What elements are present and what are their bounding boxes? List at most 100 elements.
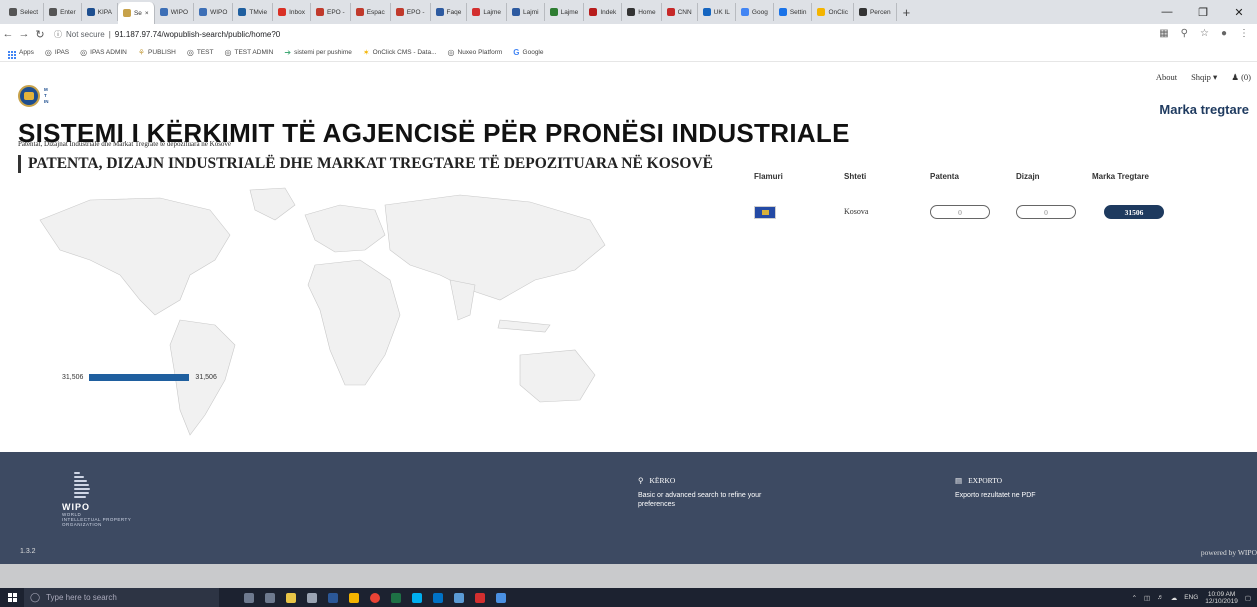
volume-icon[interactable]: ♬ bbox=[1157, 594, 1164, 601]
country-cell[interactable]: Kosova bbox=[844, 207, 868, 216]
tab-favicon-icon bbox=[9, 8, 17, 16]
world-map[interactable] bbox=[30, 180, 620, 450]
clock[interactable]: 10:09 AM 12/10/2019 bbox=[1205, 591, 1238, 605]
browser-tab[interactable]: Enter bbox=[44, 3, 82, 21]
tab-favicon-icon bbox=[858, 8, 867, 16]
trademark-count-pill[interactable]: 31506 bbox=[1104, 205, 1164, 219]
bookmark-item[interactable]: ➔ sistemi per pushime bbox=[284, 48, 352, 57]
network-icon[interactable]: ◫ bbox=[1144, 594, 1150, 602]
browser-tab[interactable]: Se × bbox=[117, 2, 155, 24]
browser-tab[interactable]: TMvie bbox=[233, 3, 274, 21]
about-link[interactable]: About bbox=[1156, 72, 1177, 83]
url-field[interactable]: ⓘ Not secure | 91.187.97.74/wopublish-se… bbox=[54, 29, 280, 40]
language-select[interactable]: Shqip ▾ bbox=[1191, 72, 1217, 83]
footer-search-block[interactable]: ⚲ KËRKO Basic or advanced search to refin… bbox=[638, 476, 768, 509]
map-indonesia bbox=[497, 319, 551, 333]
map-greenland bbox=[249, 187, 296, 221]
header-patent: Patenta bbox=[930, 172, 959, 181]
profile-icon[interactable]: ● bbox=[1221, 28, 1227, 39]
acrobat-icon[interactable] bbox=[475, 592, 485, 603]
wipo-logo-icon bbox=[74, 472, 90, 498]
menu-icon[interactable]: ⋮ bbox=[1239, 28, 1249, 39]
bookmark-item[interactable]: ◎ IPAS bbox=[45, 48, 69, 57]
cloud-icon[interactable]: ☁ bbox=[1171, 594, 1178, 602]
footer: WIPO WORLD INTELLECTUAL PROPERTY ORGANIZ… bbox=[0, 452, 1257, 564]
info-icon[interactable]: ⓘ bbox=[54, 29, 62, 40]
minimize-icon[interactable]: — bbox=[1149, 6, 1185, 18]
browser-tab[interactable]: Lajme bbox=[467, 3, 508, 21]
calculator-icon[interactable] bbox=[307, 592, 317, 603]
browser-tab[interactable]: OnClic bbox=[812, 3, 854, 21]
browser-tab[interactable]: Home bbox=[622, 3, 662, 21]
wipo-logo[interactable]: WIPO WORLD INTELLECTUAL PROPERTY ORGANIZ… bbox=[62, 472, 131, 527]
browser-tab[interactable]: WIPO bbox=[194, 3, 234, 21]
bookmarks-bar: Apps ◎ IPAS ◎ IPAS ADMIN ⚘ PUBLISH ◎ TEST ◎ TEST A… bbox=[0, 44, 1257, 62]
browser-tab[interactable]: UK IL bbox=[698, 3, 736, 21]
notification-icon[interactable]: ▢ bbox=[1245, 594, 1251, 602]
browser-tab[interactable]: Percen bbox=[854, 3, 897, 21]
page-bottom-strip bbox=[0, 564, 1257, 588]
bookmark-item[interactable]: ◎ IPAS ADMIN bbox=[80, 48, 127, 57]
mic-icon[interactable] bbox=[244, 592, 254, 603]
bookmark-item[interactable]: G Google bbox=[513, 48, 543, 57]
new-tab-icon[interactable]: + bbox=[897, 5, 917, 20]
star-icon[interactable]: ☆ bbox=[1200, 28, 1209, 39]
chevron-up-icon[interactable]: ⌃ bbox=[1132, 594, 1137, 602]
reload-icon[interactable]: ↻ bbox=[32, 28, 48, 41]
outlook-icon[interactable] bbox=[433, 592, 443, 603]
browser-tab[interactable]: Settin bbox=[774, 3, 813, 21]
browser-tab[interactable]: Lajme bbox=[545, 3, 585, 21]
translate-icon[interactable]: ▦ bbox=[1159, 28, 1168, 39]
word-icon[interactable] bbox=[328, 592, 338, 603]
bookmark-item[interactable]: Apps bbox=[8, 46, 34, 59]
bookmark-item[interactable]: ⚘ PUBLISH bbox=[138, 48, 176, 57]
header-design: Dizajn bbox=[1016, 172, 1040, 181]
forward-icon[interactable]: → bbox=[16, 28, 32, 40]
google-icon: G bbox=[513, 48, 520, 57]
excel-icon[interactable] bbox=[391, 592, 401, 603]
footer-export-block[interactable]: ▤ EXPORTO Exporto rezultatet ne PDF bbox=[955, 476, 1095, 500]
browser-tab[interactable]: Goog bbox=[736, 3, 774, 21]
browser-tab[interactable]: Espac bbox=[351, 3, 391, 21]
browser-tab[interactable]: Faqe bbox=[431, 3, 468, 21]
browser-tab[interactable]: WIPO bbox=[155, 3, 195, 21]
design-count-pill[interactable]: 0 bbox=[1016, 205, 1076, 219]
paint-icon[interactable] bbox=[496, 592, 506, 603]
maximize-icon[interactable]: ❐ bbox=[1185, 6, 1221, 19]
browser-tab[interactable]: CNN bbox=[662, 3, 698, 21]
url-text[interactable]: 91.187.97.74/wopublish-search/public/hom… bbox=[115, 30, 280, 39]
zoom-icon[interactable]: ⚲ bbox=[1181, 28, 1188, 39]
file-explorer-icon[interactable] bbox=[349, 592, 359, 603]
marka-tregtare-link[interactable]: Marka tregtare bbox=[1159, 102, 1249, 117]
bookmark-item[interactable]: ◎ TEST ADMIN bbox=[224, 48, 273, 57]
browser-tab[interactable]: Lajmi bbox=[507, 3, 545, 21]
browser-tab[interactable]: EPO - bbox=[311, 3, 351, 21]
cart-link[interactable]: ♟ (0) bbox=[1231, 72, 1251, 83]
browser-tab[interactable]: Indek bbox=[584, 3, 623, 21]
back-icon[interactable]: ← bbox=[0, 28, 16, 40]
bookmark-item[interactable]: ◎ Nuxeo Platform bbox=[448, 48, 503, 57]
bookmark-item[interactable]: ✶ OnClick CMS - Data... bbox=[363, 48, 437, 57]
language-indicator[interactable]: ENG bbox=[1184, 594, 1198, 601]
table-header: Flamuri Shteti Patenta Dizajn Marka Treg… bbox=[754, 172, 1214, 196]
browser-tab[interactable]: Select bbox=[4, 3, 45, 21]
table-row[interactable]: Kosova 0 0 31506 bbox=[754, 204, 1214, 224]
weather-icon[interactable] bbox=[286, 592, 296, 603]
people-icon[interactable] bbox=[454, 592, 464, 603]
browser-tab[interactable]: EPO - bbox=[391, 3, 431, 21]
skype-icon[interactable] bbox=[412, 592, 422, 603]
browser-tab[interactable]: KIPA bbox=[82, 3, 118, 21]
map-europe bbox=[304, 204, 386, 253]
close-window-icon[interactable]: ✕ bbox=[1221, 6, 1257, 19]
agency-logo[interactable]: M T IN bbox=[18, 85, 49, 107]
browser-tab[interactable]: Inbox bbox=[273, 3, 312, 21]
bookmark-item[interactable]: ◎ TEST bbox=[187, 48, 214, 57]
globe-icon: ◎ bbox=[224, 48, 232, 57]
close-tab-icon[interactable]: × bbox=[145, 10, 149, 17]
patent-count-pill[interactable]: 0 bbox=[930, 205, 990, 219]
start-button[interactable] bbox=[0, 593, 24, 602]
task-view-icon[interactable] bbox=[265, 592, 275, 603]
tab-favicon-icon bbox=[740, 8, 749, 16]
taskbar-search[interactable]: ◯ Type here to search bbox=[24, 588, 219, 607]
chrome-icon[interactable] bbox=[370, 592, 380, 603]
